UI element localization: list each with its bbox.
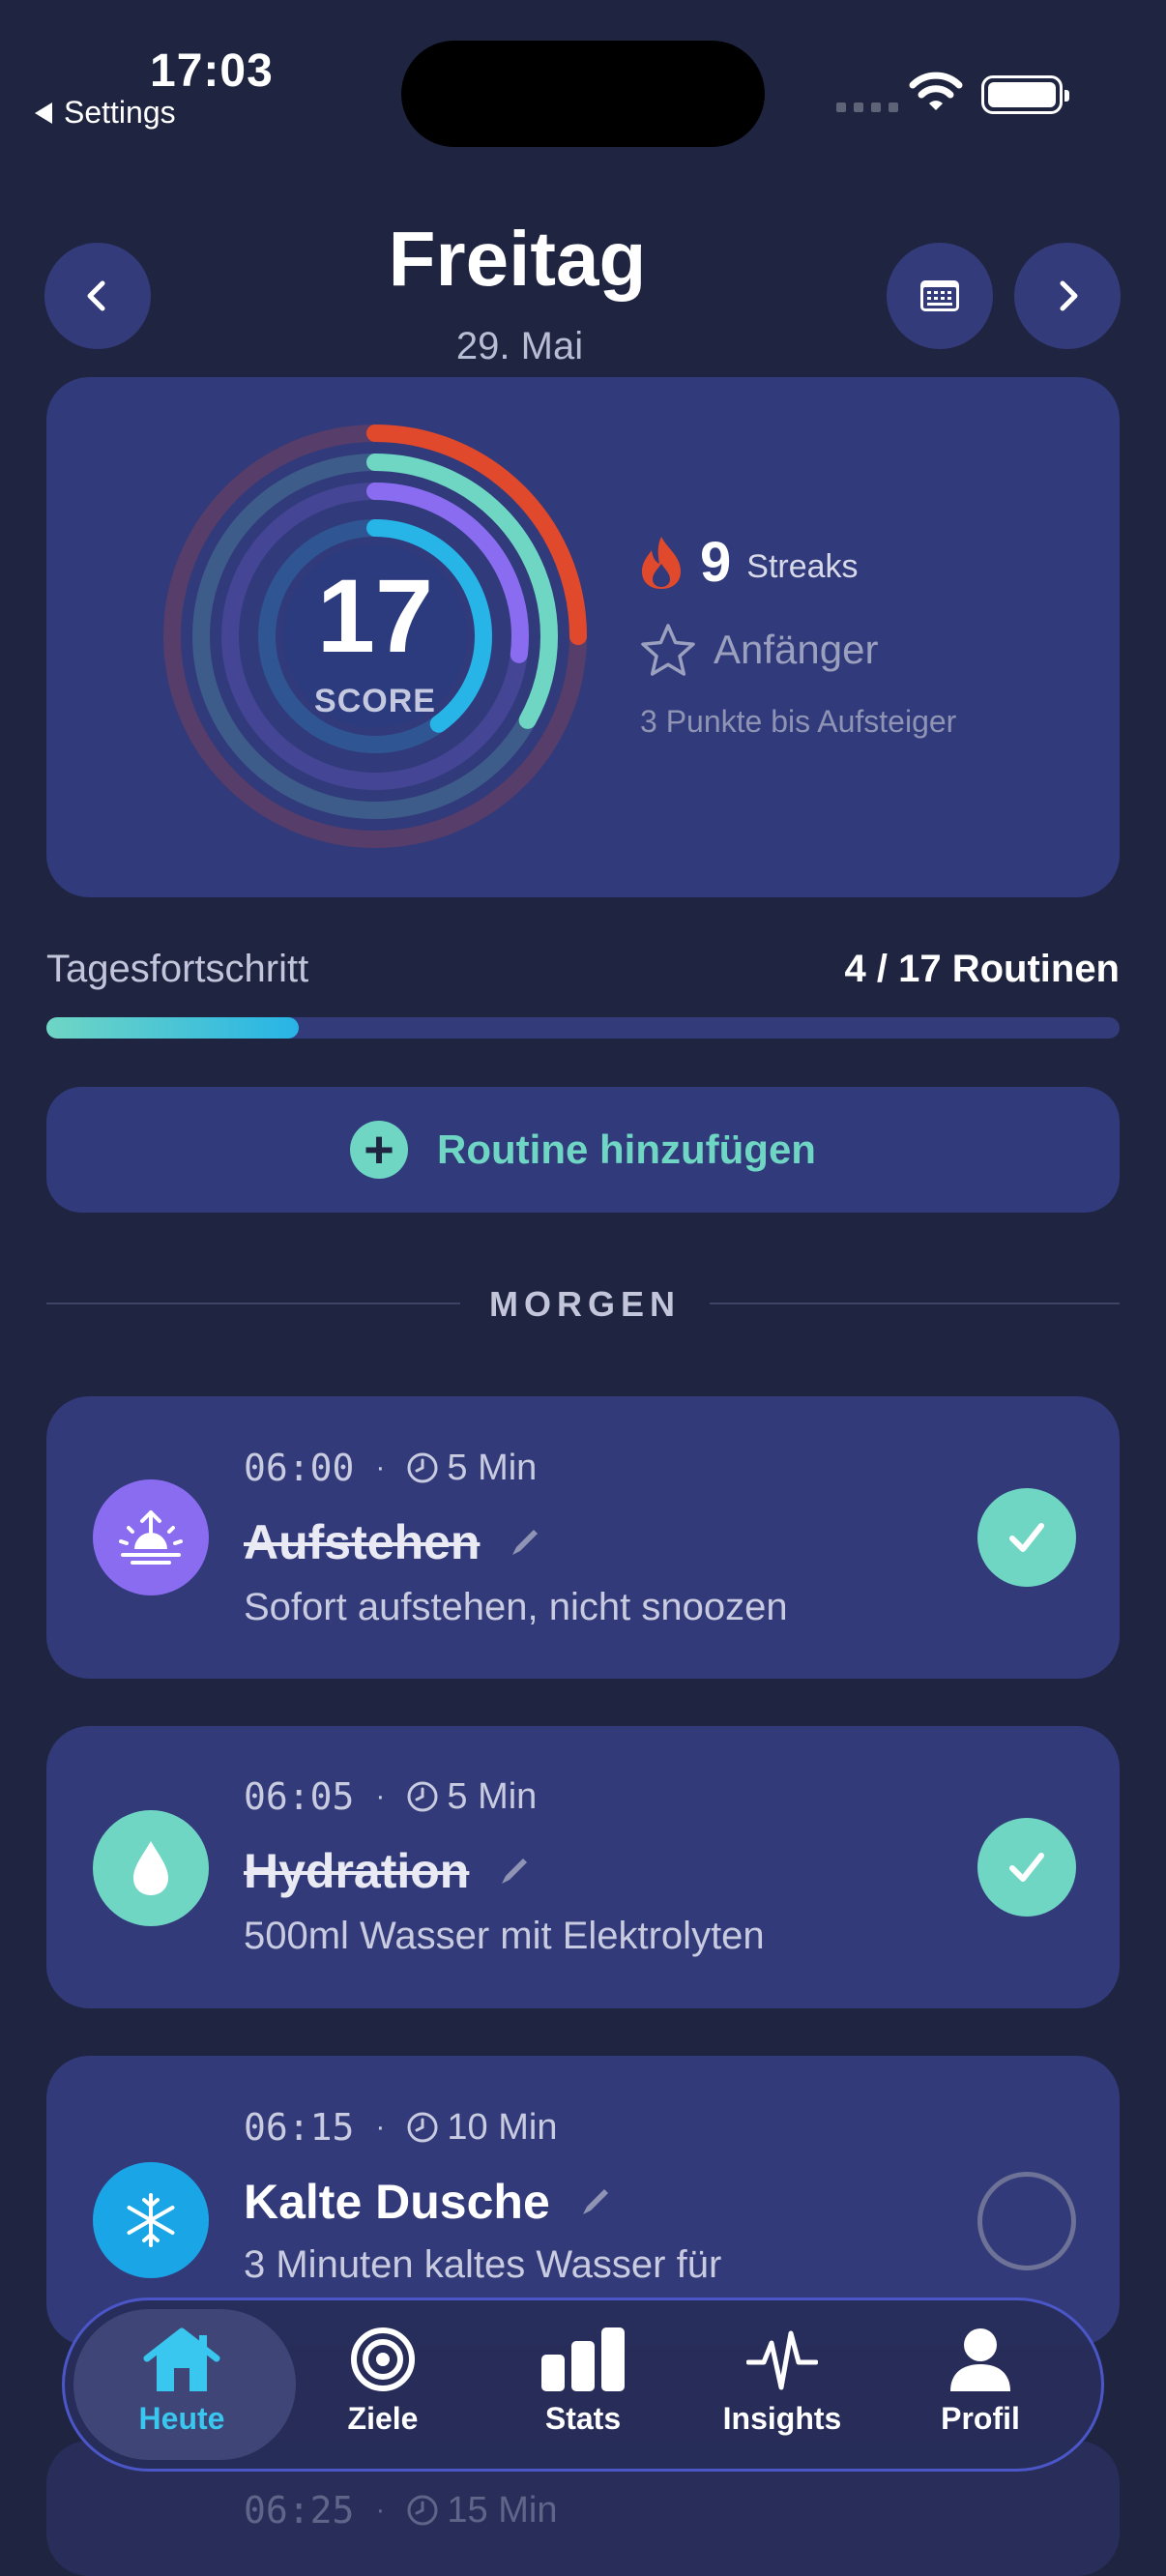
level-row: Anfänger [640, 623, 878, 677]
routine-duration: 15 Min [447, 2489, 558, 2531]
tab-label: Ziele [347, 2401, 419, 2436]
routine-name: Aufstehen [244, 1515, 481, 1569]
streak-label: Streaks [746, 548, 859, 585]
routine-description: Sofort aufstehen, nicht snoozen [244, 1586, 788, 1628]
routine-time: 06:05 [244, 1775, 355, 1818]
level-hint: 3 Punkte bis Aufsteiger [640, 704, 957, 739]
clock-icon [407, 2112, 438, 2143]
water-drop-icon [93, 1810, 209, 1926]
routine-title-row: Kalte Dusche [244, 2174, 612, 2230]
routine-meta: 06:00 · 5 Min [244, 1447, 537, 1489]
day-title: Freitag [388, 216, 647, 302]
clock-icon [407, 1781, 438, 1812]
status-time: 17:03 [150, 45, 274, 97]
routine-todo-checkbox[interactable] [977, 2172, 1076, 2270]
meta-dot: · [375, 1780, 386, 1812]
chevron-right-icon [1060, 280, 1078, 311]
streak-count: 9 [700, 531, 732, 594]
tab-label: Heute [138, 2401, 225, 2436]
meta-dot: · [375, 1451, 386, 1483]
checkmark-icon [1009, 1523, 1044, 1552]
add-routine-label: Routine hinzufügen [437, 1127, 816, 1172]
routine-done-checkbox[interactable] [977, 1488, 1076, 1587]
progress-value: 4 / 17 Routinen [844, 948, 1121, 990]
streak-row: 9 Streaks [638, 530, 859, 595]
next-day-button[interactable] [1014, 243, 1121, 349]
sunrise-icon [93, 1479, 209, 1595]
routine-duration: 10 Min [447, 2106, 558, 2148]
routine-name: Hydration [244, 1844, 470, 1898]
routine-duration: 5 Min [447, 1775, 538, 1817]
snowflake-icon [93, 2162, 209, 2278]
add-routine-button[interactable]: + Routine hinzufügen [46, 1087, 1120, 1213]
progress-fill [46, 1017, 299, 1039]
edit-pencil-icon[interactable] [498, 1855, 531, 1888]
meta-dot: · [375, 2494, 386, 2526]
tab-profil[interactable]: Profil [884, 2326, 1077, 2437]
routine-description: 500ml Wasser mit Elektrolyten [244, 1915, 765, 1957]
tab-label: Insights [722, 2401, 842, 2436]
home-icon [143, 2327, 220, 2391]
tab-label: Profil [941, 2401, 1020, 2436]
calendar-icon [920, 280, 959, 311]
routine-description: 3 Minuten kaltes Wasser für [244, 2243, 722, 2286]
tab-stats[interactable]: Stats [486, 2326, 680, 2437]
back-to-settings-link[interactable]: Settings [35, 95, 176, 131]
routine-duration: 5 Min [447, 1447, 538, 1488]
score-label: SCORE [314, 683, 436, 719]
flame-icon [642, 536, 681, 589]
meta-dot: · [375, 2111, 386, 2143]
date-subtitle: 29. Mai [455, 325, 584, 367]
routine-meta: 06:25 · 15 Min [244, 2489, 557, 2532]
routine-name: Kalte Dusche [244, 2175, 550, 2229]
checkmark-icon [1009, 1853, 1044, 1882]
routine-done-checkbox[interactable] [977, 1818, 1076, 1917]
calendar-button[interactable] [887, 243, 993, 349]
battery-icon [981, 75, 1069, 114]
dynamic-island [401, 41, 765, 147]
cellular-signal-icon [836, 102, 898, 112]
routine-time: 06:25 [244, 2489, 355, 2532]
section-divider-right [710, 1303, 1120, 1304]
person-icon [950, 2328, 1010, 2391]
section-divider-left [46, 1303, 460, 1304]
edit-pencil-icon[interactable] [579, 2185, 612, 2218]
routine-time: 06:00 [244, 1447, 355, 1489]
tab-label: Stats [544, 2401, 622, 2436]
clock-icon [407, 1452, 438, 1483]
star-outline-icon [641, 624, 695, 676]
level-name: Anfänger [714, 627, 879, 672]
back-arrow-icon [35, 102, 52, 124]
bar-chart-icon [541, 2327, 625, 2391]
routine-title-row: Hydration [244, 1843, 531, 1899]
back-label: Settings [64, 95, 176, 130]
tab-ziele[interactable]: Ziele [286, 2326, 480, 2437]
routine-time: 06:15 [244, 2106, 355, 2149]
edit-pencil-icon[interactable] [509, 1526, 541, 1559]
pulse-icon [746, 2330, 818, 2390]
routine-title-row: Aufstehen [244, 1514, 541, 1570]
progress-label: Tagesfortschritt [46, 948, 309, 990]
wifi-icon [909, 72, 963, 110]
plus-icon: + [350, 1121, 409, 1179]
target-icon [351, 2327, 415, 2391]
routine-meta: 06:15 · 10 Min [244, 2106, 557, 2149]
tab-heute[interactable]: Heute [85, 2326, 278, 2437]
routine-meta: 06:05 · 5 Min [244, 1775, 537, 1818]
score-value: 17 [316, 557, 434, 674]
section-title: MORGEN [489, 1284, 681, 1324]
clock-icon [407, 2495, 438, 2526]
tab-insights[interactable]: Insights [685, 2326, 879, 2437]
